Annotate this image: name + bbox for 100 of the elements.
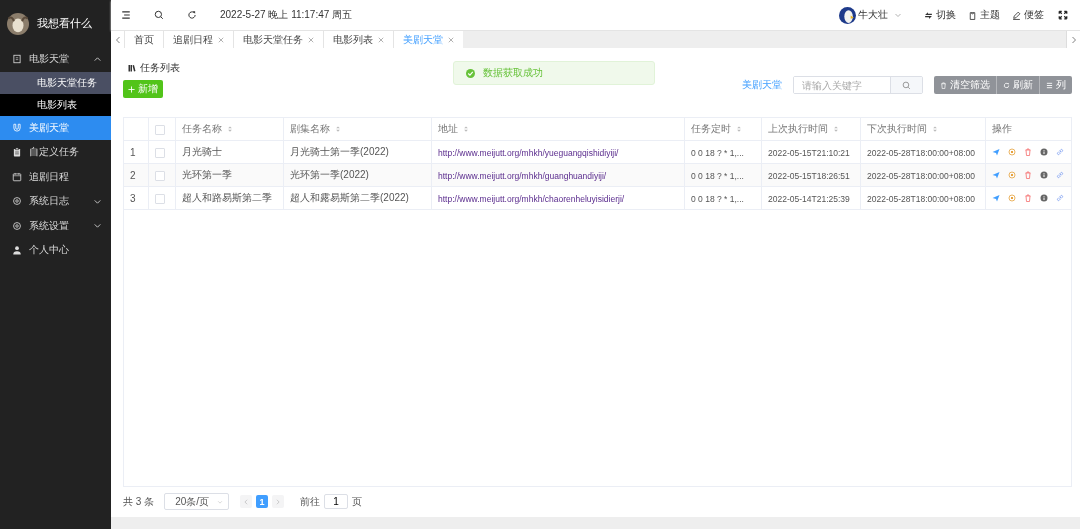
search-icon[interactable] — [154, 10, 164, 20]
info-icon[interactable] — [1040, 170, 1048, 179]
chevron-left-icon — [113, 35, 122, 44]
table-cell: 光环第一季(2022) — [290, 169, 369, 180]
column-header[interactable]: 剧集名称 — [290, 122, 341, 136]
table-cell: 月光骑士第一季(2022) — [290, 146, 389, 157]
next-page-button[interactable] — [272, 495, 285, 508]
row-checkbox[interactable] — [155, 147, 165, 158]
refresh-icon[interactable] — [187, 10, 197, 20]
sidebar-subitem[interactable]: 电影列表 — [0, 93, 111, 116]
avatar — [7, 12, 29, 35]
info-icon[interactable] — [1040, 193, 1048, 202]
chevron-left-icon — [243, 498, 250, 505]
row-checkbox[interactable] — [155, 170, 165, 181]
sidebar-item[interactable]: 个人中心 — [0, 238, 111, 263]
books-icon — [128, 63, 136, 72]
plus-icon — [128, 85, 135, 93]
tab[interactable]: 电影列表 — [323, 31, 393, 48]
search-button[interactable] — [890, 77, 922, 93]
tab[interactable]: 首页 — [124, 31, 163, 48]
refresh-icon — [1003, 81, 1010, 89]
caret-icon[interactable] — [894, 11, 902, 19]
success-message: 数据获取成功 — [453, 61, 655, 85]
search-icon — [902, 80, 911, 90]
link-icon[interactable] — [1056, 147, 1064, 156]
sort-icon — [227, 125, 233, 133]
sidebar-subitem[interactable]: 电影天堂任务 — [0, 71, 111, 94]
tab[interactable]: 追剧日程 — [163, 31, 233, 48]
sidebar-item[interactable]: 追剧日程 — [0, 164, 111, 189]
chevron-right-icon — [1069, 35, 1078, 44]
column-header[interactable]: 地址 — [438, 122, 469, 136]
row-checkbox[interactable] — [155, 193, 165, 204]
calendar-icon — [12, 171, 22, 182]
info-icon[interactable] — [1040, 147, 1048, 156]
pen-icon — [1012, 10, 1021, 20]
close-icon[interactable] — [308, 36, 314, 43]
sidebar-item[interactable]: 电影天堂 — [0, 47, 111, 72]
table-cell: 0 0 18 ? * 1,... — [691, 193, 744, 204]
column-header[interactable]: 上次执行时间 — [768, 122, 839, 136]
link-icon[interactable] — [1056, 193, 1064, 202]
total-count: 共 3 条 — [123, 494, 155, 509]
header-action[interactable]: 主题 — [968, 8, 1000, 22]
send-icon[interactable] — [992, 193, 1000, 202]
table-cell: 2022-05-15T18:26:51 — [768, 170, 850, 181]
search-field[interactable]: 请输入关键字 — [793, 76, 923, 94]
url-link[interactable]: http://www.meijutt.org/mhkh/yueguangqishidiyiji/ — [438, 147, 619, 158]
sidebar-item[interactable]: 系统设置 — [0, 213, 111, 238]
close-icon[interactable] — [448, 36, 454, 43]
app-title: 我想看什么 — [37, 16, 92, 31]
send-icon[interactable] — [992, 170, 1000, 179]
row-number: 2 — [130, 169, 136, 181]
chevron-down-icon — [93, 221, 102, 231]
gear-icon — [12, 220, 22, 231]
send-icon[interactable] — [992, 147, 1000, 156]
page-size-select[interactable]: 20条/页 — [164, 493, 230, 510]
trash-icon[interactable] — [1024, 193, 1032, 202]
column-header[interactable]: 任务定时 — [691, 122, 742, 136]
column-header[interactable]: 下次执行时间 — [867, 122, 938, 136]
tab[interactable]: 电影天堂任务 — [233, 31, 323, 48]
header-action[interactable]: 切换 — [924, 8, 956, 22]
chevron-down-icon — [217, 498, 224, 505]
menu-icon[interactable] — [121, 10, 131, 20]
sidebar-item[interactable]: 自定义任务 — [0, 140, 111, 165]
sort-icon — [736, 125, 742, 133]
trash-icon[interactable] — [1024, 147, 1032, 156]
row-number: 1 — [130, 146, 136, 158]
close-icon[interactable] — [378, 36, 384, 43]
sidebar-item[interactable]: 系统日志 — [0, 189, 111, 214]
table-cell: 光环第一季 — [182, 169, 232, 180]
close-icon[interactable] — [218, 36, 224, 43]
header-action[interactable]: 便签 — [1012, 8, 1044, 22]
table-cell: 超人和路易斯第二季 — [182, 192, 272, 203]
select-all-checkbox[interactable] — [155, 124, 165, 135]
page-suffix: 页 — [352, 494, 363, 509]
sort-icon — [932, 125, 938, 133]
column-header: 操作 — [992, 122, 1012, 136]
chevron-right-icon — [275, 498, 282, 505]
avatar — [839, 6, 856, 24]
table-cell: 2022-05-28T18:00:00+08:00 — [867, 193, 975, 204]
user-name[interactable]: 牛大壮 — [858, 8, 888, 22]
table-cell: 2022-05-28T18:00:00+08:00 — [867, 170, 975, 181]
fullscreen-icon[interactable] — [1058, 10, 1068, 20]
link-icon[interactable] — [1056, 170, 1064, 179]
scroll-left-button[interactable] — [111, 31, 124, 48]
url-link[interactable]: http://www.meijutt.org/mhkh/chaorenheluyisidierji/ — [438, 193, 625, 204]
magnet-icon — [12, 122, 22, 133]
table-cell: 0 0 18 ? * 1,... — [691, 147, 744, 158]
chevron-up-icon — [93, 54, 102, 64]
prev-page-button[interactable] — [240, 495, 253, 508]
clipboard-icon — [12, 147, 22, 158]
table-cell: 0 0 18 ? * 1,... — [691, 170, 744, 181]
scroll-right-button[interactable] — [1066, 31, 1080, 48]
check-circle-icon — [466, 68, 475, 78]
trash-icon[interactable] — [1024, 170, 1032, 179]
table-cell: 2022-05-15T21:10:21 — [768, 147, 850, 158]
page-number-field[interactable]: 1 — [324, 494, 349, 509]
goto-label: 前往 — [300, 494, 321, 509]
row-number: 3 — [130, 192, 136, 204]
column-header[interactable]: 任务名称 — [182, 122, 233, 136]
user-icon — [12, 245, 22, 256]
